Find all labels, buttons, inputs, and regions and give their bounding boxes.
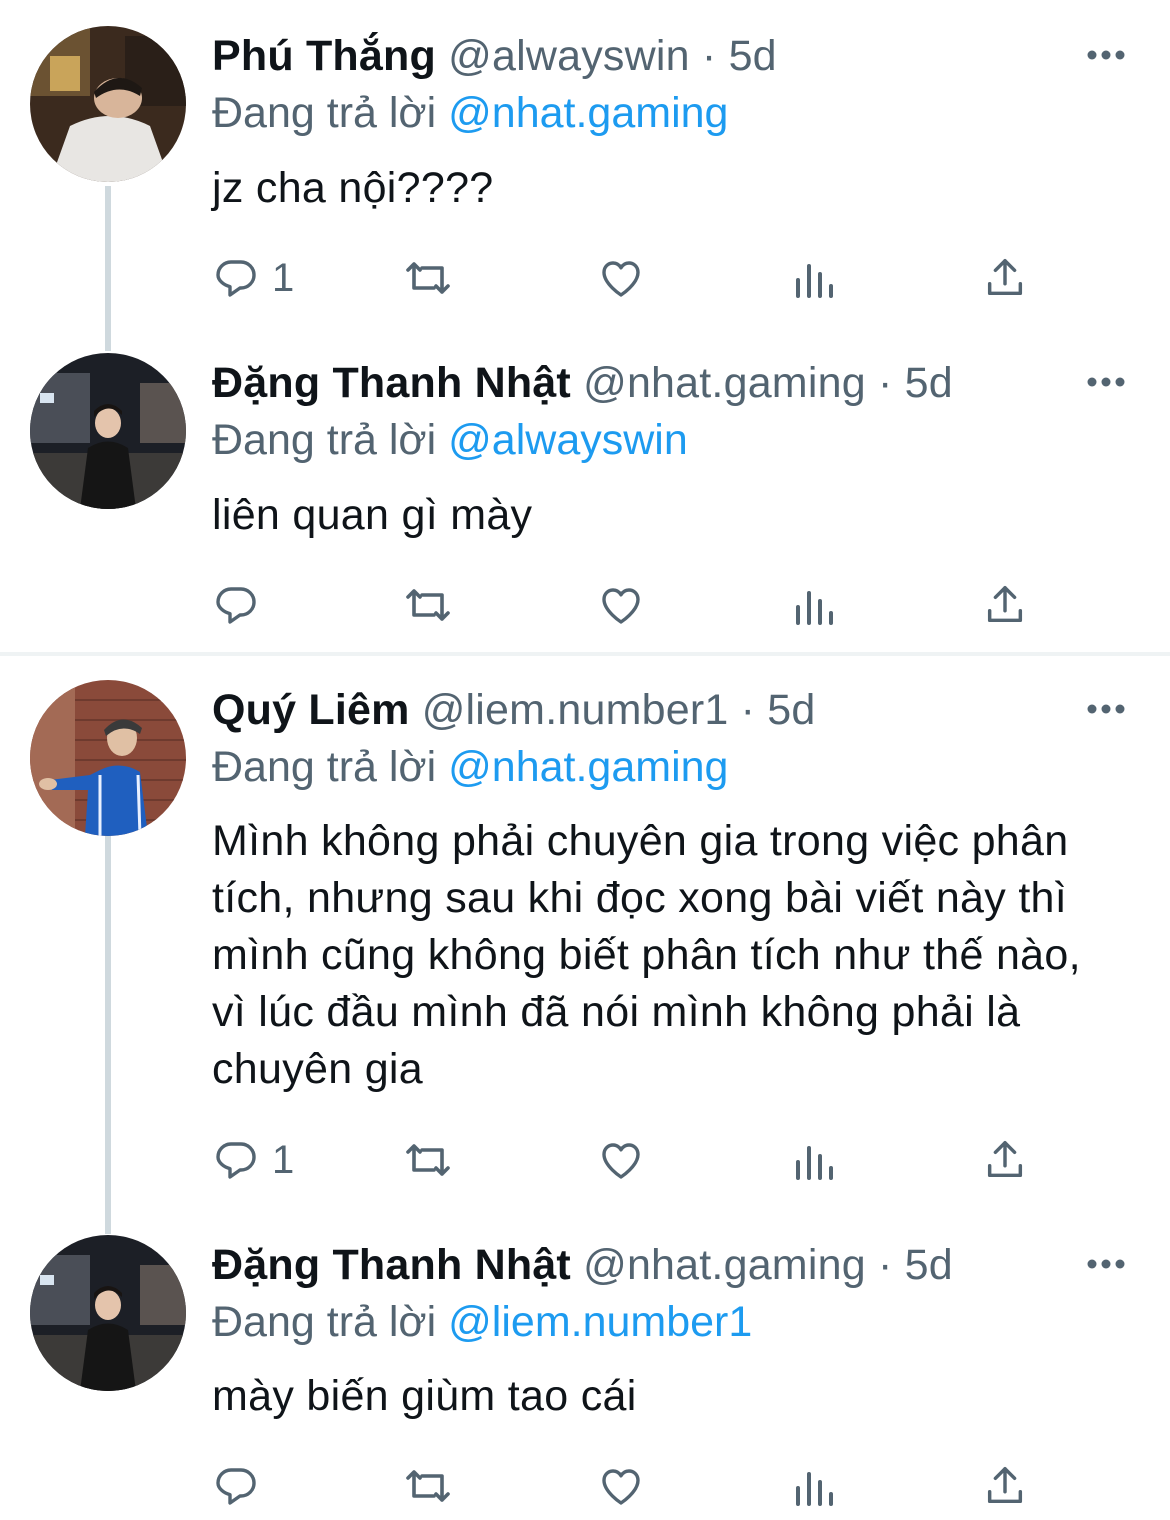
retweet-icon bbox=[406, 1470, 450, 1502]
user-handle[interactable]: @liem.number1 bbox=[422, 686, 729, 734]
replying-to-label: Đang trả lời bbox=[212, 1298, 437, 1346]
reply-button[interactable] bbox=[212, 575, 272, 635]
avatar[interactable] bbox=[30, 1235, 186, 1391]
thread-line bbox=[105, 186, 111, 351]
share-button[interactable] bbox=[982, 575, 1028, 635]
more-icon[interactable] bbox=[1086, 702, 1126, 716]
reply-button[interactable]: 1 bbox=[212, 248, 294, 308]
display-name[interactable]: Quý Liêm bbox=[212, 686, 410, 734]
timestamp[interactable]: 5d bbox=[767, 686, 815, 734]
replying-to: Đang trả lời @liem.number1 bbox=[212, 1294, 752, 1350]
more-icon[interactable] bbox=[1086, 1257, 1126, 1271]
like-button[interactable] bbox=[596, 248, 646, 308]
tweet-header: Đặng Thanh Nhật @nhat.gaming · 5d bbox=[212, 1237, 953, 1293]
tweet-text: mày biến giùm tao cái bbox=[212, 1372, 637, 1420]
share-button[interactable] bbox=[982, 1456, 1028, 1516]
timestamp[interactable]: 5d bbox=[905, 1241, 953, 1289]
separator: · bbox=[877, 359, 893, 407]
share-icon bbox=[987, 259, 1023, 296]
views-button[interactable] bbox=[792, 1130, 836, 1190]
separator: · bbox=[701, 32, 717, 80]
user-handle[interactable]: @nhat.gaming bbox=[583, 359, 866, 407]
share-icon bbox=[987, 586, 1023, 623]
reply-count: 1 bbox=[272, 255, 295, 300]
like-button[interactable] bbox=[596, 1130, 646, 1190]
separator: · bbox=[877, 1241, 893, 1289]
share-button[interactable] bbox=[982, 248, 1028, 308]
share-button[interactable] bbox=[982, 1130, 1028, 1190]
tweet-header: Phú Thắng @alwayswin · 5d bbox=[212, 28, 777, 84]
display-name[interactable]: Phú Thắng bbox=[212, 32, 436, 80]
tweet-text: jz cha nội???? bbox=[212, 164, 494, 212]
thread-divider bbox=[0, 652, 1170, 656]
reply-icon bbox=[216, 587, 256, 624]
views-button[interactable] bbox=[792, 248, 836, 308]
reply-icon bbox=[216, 1468, 256, 1505]
views-button[interactable] bbox=[792, 575, 836, 635]
heart-icon bbox=[602, 1143, 640, 1179]
action-bar bbox=[212, 1456, 1052, 1516]
action-bar bbox=[212, 575, 1052, 635]
retweet-icon bbox=[406, 1144, 450, 1176]
replying-to: Đang trả lời @nhat.gaming bbox=[212, 739, 728, 795]
tweet-header: Quý Liêm @liem.number1 · 5d bbox=[212, 682, 816, 738]
user-handle[interactable]: @alwayswin bbox=[448, 32, 690, 80]
thread-line bbox=[105, 836, 111, 1234]
like-button[interactable] bbox=[596, 575, 646, 635]
display-name[interactable]: Đặng Thanh Nhật bbox=[212, 359, 571, 407]
heart-icon bbox=[602, 261, 640, 297]
retweet-icon bbox=[406, 262, 450, 294]
share-icon bbox=[987, 1467, 1023, 1504]
tweet-header: Đặng Thanh Nhật @nhat.gaming · 5d bbox=[212, 355, 953, 411]
more-icon[interactable] bbox=[1086, 375, 1126, 389]
heart-icon bbox=[602, 588, 640, 624]
action-bar: 1 bbox=[212, 1130, 1052, 1190]
reply-icon bbox=[216, 1142, 256, 1179]
mention-link[interactable]: @liem.number1 bbox=[448, 1298, 752, 1346]
display-name[interactable]: Đặng Thanh Nhật bbox=[212, 1241, 571, 1289]
views-icon bbox=[796, 1146, 833, 1180]
replying-to-label: Đang trả lời bbox=[212, 743, 437, 791]
replying-to-label: Đang trả lời bbox=[212, 89, 437, 137]
retweet-button[interactable] bbox=[400, 1456, 456, 1516]
views-icon bbox=[796, 591, 833, 625]
timestamp[interactable]: 5d bbox=[905, 359, 953, 407]
reply-button[interactable] bbox=[212, 1456, 272, 1516]
timestamp[interactable]: 5d bbox=[729, 32, 777, 80]
replying-to: Đang trả lời @nhat.gaming bbox=[212, 85, 728, 141]
reply-icon bbox=[216, 260, 256, 297]
reply-button[interactable]: 1 bbox=[212, 1130, 294, 1190]
tweet-text: Mình không phải chuyên gia trong việc ph… bbox=[212, 817, 1081, 1093]
views-button[interactable] bbox=[792, 1456, 836, 1516]
tweet-text: liên quan gì mày bbox=[212, 491, 533, 539]
views-icon bbox=[796, 264, 833, 298]
separator: · bbox=[740, 686, 756, 734]
retweet-button[interactable] bbox=[400, 248, 456, 308]
action-bar: 1 bbox=[212, 248, 1052, 308]
mention-link[interactable]: @nhat.gaming bbox=[448, 743, 728, 791]
retweet-button[interactable] bbox=[400, 575, 456, 635]
reply-count: 1 bbox=[272, 1137, 295, 1182]
heart-icon bbox=[602, 1469, 640, 1505]
views-icon bbox=[796, 1472, 833, 1506]
replying-to-label: Đang trả lời bbox=[212, 416, 437, 464]
avatar[interactable] bbox=[30, 353, 186, 509]
retweet-icon bbox=[406, 589, 450, 621]
retweet-button[interactable] bbox=[400, 1130, 456, 1190]
like-button[interactable] bbox=[596, 1456, 646, 1516]
replying-to: Đang trả lời @alwayswin bbox=[212, 412, 688, 468]
mention-link[interactable]: @nhat.gaming bbox=[448, 89, 728, 137]
more-icon[interactable] bbox=[1086, 48, 1126, 62]
mention-link[interactable]: @alwayswin bbox=[448, 416, 688, 464]
avatar[interactable] bbox=[30, 26, 186, 182]
avatar[interactable] bbox=[30, 680, 186, 836]
user-handle[interactable]: @nhat.gaming bbox=[583, 1241, 866, 1289]
share-icon bbox=[987, 1141, 1023, 1178]
